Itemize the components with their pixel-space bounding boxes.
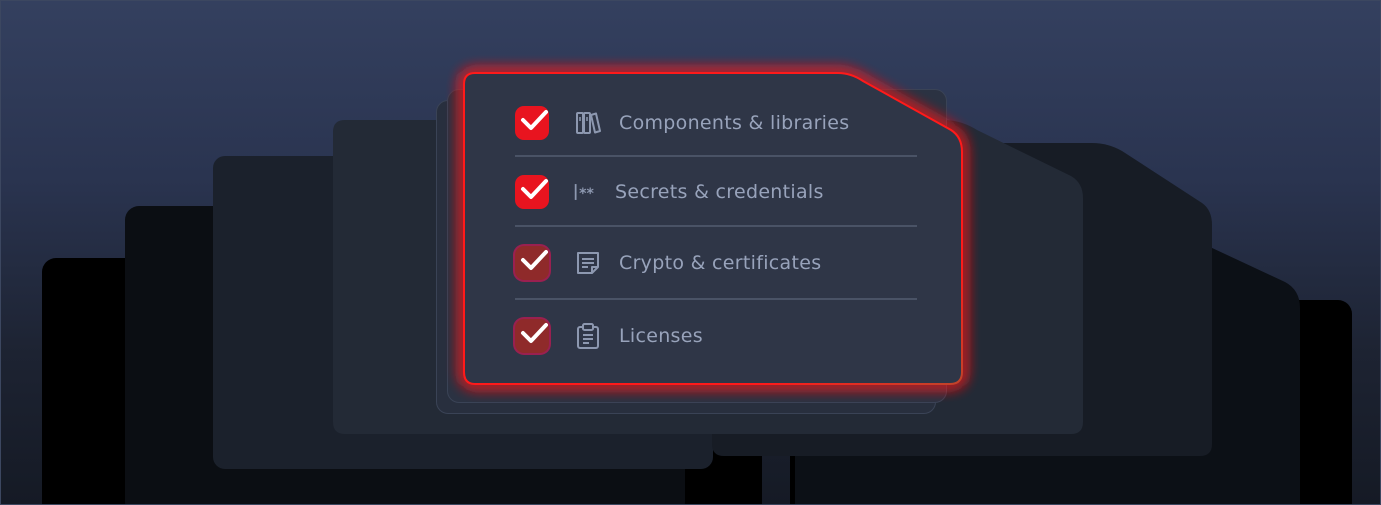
checkbox-checked-icon[interactable] [515, 319, 549, 353]
checklist-card: Components & libraries ** Secrets & cred… [461, 70, 965, 387]
checklist-item-label: Licenses [619, 325, 703, 347]
divider [515, 155, 917, 157]
books-icon [573, 108, 603, 138]
svg-text:**: ** [579, 186, 594, 202]
checklist-item-label: Secrets & credentials [615, 181, 824, 203]
checkbox-checked-icon[interactable] [515, 106, 549, 140]
secrets-icon: ** [573, 177, 603, 207]
checkbox-checked-icon[interactable] [515, 246, 549, 280]
checkbox-checked-icon[interactable] [515, 175, 549, 209]
checklist-item-label: Crypto & certificates [619, 252, 822, 274]
divider [515, 225, 917, 227]
checklist-item-licenses[interactable]: Licenses [515, 311, 917, 361]
illustration-scene: Components & libraries ** Secrets & cred… [0, 0, 1381, 505]
checklist-item-secrets[interactable]: ** Secrets & credentials [515, 167, 917, 217]
checklist-item-components[interactable]: Components & libraries [515, 98, 917, 148]
checklist-item-label: Components & libraries [619, 112, 850, 134]
divider [515, 298, 917, 300]
checklist-item-crypto[interactable]: Crypto & certificates [515, 238, 917, 288]
certificate-icon [573, 248, 603, 278]
clipboard-icon [573, 321, 603, 351]
